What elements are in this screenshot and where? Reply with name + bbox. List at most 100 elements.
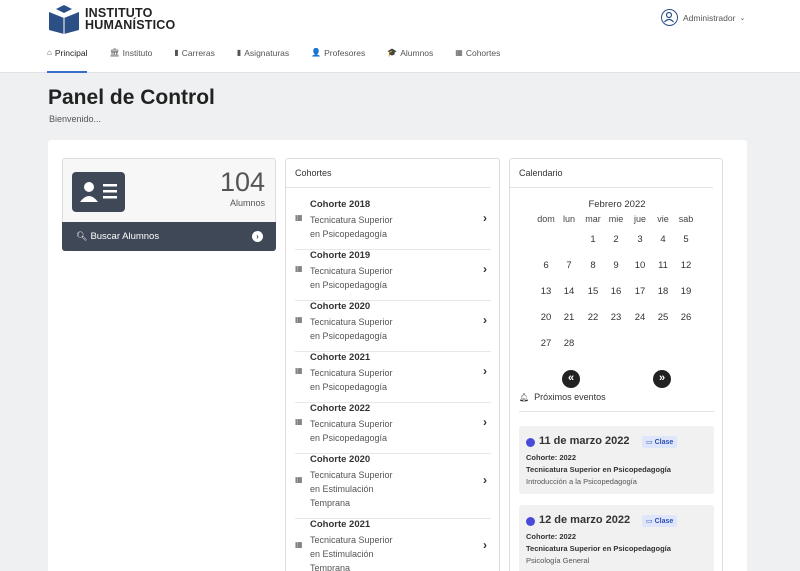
calendar-icon: ▦ (295, 540, 303, 549)
cohort-item[interactable]: ▦ Cohorte 2020 Tecnicatura Superior en Esti… (295, 454, 491, 519)
calendar-day[interactable]: 17 (628, 286, 652, 297)
user-name: Administrador (683, 12, 736, 23)
calendar-day[interactable]: 10 (628, 260, 652, 271)
cohort-career: Tecnicatura Superior en Psicopedagogía (310, 366, 460, 394)
chevron-right-circle-icon: › (252, 231, 263, 242)
cohort-career-line: Tecnicatura Superior (310, 535, 393, 545)
chevron-down-icon: ⌄ (739, 14, 746, 22)
logo-text: INSTITUTO HUMANÍSTICO (85, 6, 176, 32)
nav-instituto[interactable]: 🏛 Instituto (109, 48, 152, 73)
user-tie-icon: 👤 (311, 48, 322, 57)
calendar-day[interactable]: 9 (604, 260, 628, 271)
calendar-day[interactable]: 28 (557, 338, 581, 349)
cohort-item[interactable]: ▦ Cohorte 2020 Tecnicatura Superior en Psic… (295, 301, 491, 352)
calendar-day[interactable]: 1 (581, 234, 605, 245)
calendar-next-button[interactable]: » (653, 370, 671, 388)
cohort-item[interactable]: ▦ Cohorte 2022 Tecnicatura Superior en Psic… (295, 403, 491, 454)
cohort-career-line: en Psicopedagogía (310, 331, 388, 341)
calendar-day[interactable]: 22 (581, 312, 605, 323)
event-dot (526, 517, 535, 526)
cohort-career: Tecnicatura Superior en Estimulación Tempr… (310, 533, 460, 571)
calendar-card: Calendario Febrero 2022 dom lun mar mie jue v… (509, 158, 723, 571)
calendar-day[interactable]: 14 (557, 286, 581, 297)
calendar-day[interactable]: 7 (557, 260, 581, 271)
cohorts-title: Cohortes (286, 159, 490, 188)
cohort-career-line: en Estimulación (310, 484, 374, 494)
nav-alumnos[interactable]: 🎓 Alumnos (387, 48, 433, 73)
calendar-day[interactable]: 2 (604, 234, 628, 245)
event-date: 11 de marzo 2022 (539, 435, 630, 447)
nav-cohortes[interactable]: ▦ Cohortes (455, 48, 500, 73)
nav-profesores[interactable]: 👤 Profesores (311, 48, 365, 73)
calendar-day[interactable]: 15 (581, 286, 605, 297)
calendar-day[interactable]: 11 (651, 260, 675, 271)
event-subject: Introducción a la Psicopedagogía (526, 477, 637, 486)
event-badge: ▭ Clase (642, 436, 678, 448)
calendar-day[interactable]: 8 (581, 260, 605, 271)
event-card[interactable]: 11 de marzo 2022 ▭ Clase Cohorte: 2022 Tecn… (519, 426, 714, 494)
calendar-day[interactable]: 4 (651, 234, 675, 245)
cohort-career-line: Temprana (310, 563, 351, 571)
cohort-title: Cohorte 2020 (310, 301, 371, 312)
cohort-title: Cohorte 2018 (310, 199, 371, 210)
calendar-day[interactable]: 27 (534, 338, 558, 349)
cohort-career-line: Tecnicatura Superior (310, 470, 393, 480)
calendar-weekday: vie (657, 214, 669, 224)
calendar-day[interactable]: 19 (674, 286, 698, 297)
event-card[interactable]: 12 de marzo 2022 ▭ Clase Cohorte: 2022 Tecn… (519, 505, 714, 571)
calendar-day[interactable]: 3 (628, 234, 652, 245)
event-cohort: Cohorte: 2022 (526, 532, 577, 541)
cohort-career-line: en Psicopedagogía (310, 229, 388, 239)
calendar-day[interactable]: 16 (604, 286, 628, 297)
cohort-item[interactable]: ▦ Cohorte 2018 Tecnicatura Superior en Psic… (295, 199, 491, 250)
calendar-month: Febrero 2022 (588, 199, 646, 210)
home-icon: ⌂ (47, 48, 52, 57)
calendar-icon: ▦ (295, 315, 303, 324)
event-subject: Psicología General (526, 556, 590, 565)
students-card: 104 Alumnos 🔍︎ Buscar Alumnos › (62, 158, 276, 251)
cohort-career-line: en Psicopedagogía (310, 280, 388, 290)
calendar-day[interactable]: 21 (557, 312, 581, 323)
cohort-career: Tecnicatura Superior en Psicopedagogía (310, 264, 460, 292)
cohort-career-line: en Psicopedagogía (310, 433, 388, 443)
calendar-day[interactable]: 12 (674, 260, 698, 271)
cohort-item[interactable]: ▦ Cohorte 2021 Tecnicatura Superior en Psic… (295, 352, 491, 403)
id-card-icon (72, 172, 125, 212)
nav-asignaturas[interactable]: ▮ Asignaturas (237, 48, 289, 73)
cohort-title: Cohorte 2021 (310, 519, 371, 530)
calendar-day[interactable]: 5 (674, 234, 698, 245)
calendar-day[interactable]: 20 (534, 312, 558, 323)
calendar-day[interactable]: 24 (628, 312, 652, 323)
cohort-career: Tecnicatura Superior en Psicopedagogía (310, 417, 460, 445)
calendar-day[interactable]: 26 (674, 312, 698, 323)
calendar-day[interactable]: 25 (651, 312, 675, 323)
graduation-cap-icon: 🎓 (387, 48, 398, 57)
institute-logo[interactable]: INSTITUTO HUMANÍSTICO (47, 4, 175, 34)
calendar-day[interactable]: 6 (534, 260, 558, 271)
calendar-weekday: lun (562, 214, 575, 224)
cohort-career-line: Temprana (310, 498, 351, 508)
chevron-right-icon: › (483, 364, 487, 378)
calendar-icon: ▦ (295, 366, 303, 375)
calendar-day[interactable]: 23 (604, 312, 628, 323)
event-cohort: Cohorte: 2022 (526, 453, 577, 462)
cohort-item[interactable]: ▦ Cohorte 2019 Tecnicatura Superior en Psic… (295, 250, 491, 301)
cohort-career: Tecnicatura Superior en Estimulación Tempr… (310, 468, 460, 510)
calendar-prev-button[interactable]: « (562, 370, 580, 388)
cohort-career-line: en Estimulación (310, 549, 374, 559)
calendar-day[interactable]: 18 (651, 286, 675, 297)
calendar-weekday: mar (585, 214, 601, 224)
upcoming-events-title: 🔔︎ Próximos eventos (519, 392, 714, 412)
event-badge-label: Clase (654, 518, 674, 525)
nav-carreras[interactable]: ▮ Carreras (174, 48, 214, 73)
nav-principal[interactable]: ⌂ Principal (47, 48, 88, 73)
table-icon: ▦ (455, 48, 463, 57)
cohort-title: Cohorte 2021 (310, 352, 371, 363)
page-subtitle: Bienvenido... (49, 114, 102, 124)
calendar-day[interactable]: 13 (534, 286, 558, 297)
cohort-item[interactable]: ▦ Cohorte 2021 Tecnicatura Superior en Esti… (295, 519, 491, 571)
search-students-button[interactable]: 🔍︎ Buscar Alumnos › (62, 222, 276, 251)
user-menu[interactable]: Administrador ⌄ (661, 9, 745, 26)
calendar-icon: ▦ (295, 417, 303, 426)
upcoming-events-label: Próximos eventos (534, 392, 606, 402)
